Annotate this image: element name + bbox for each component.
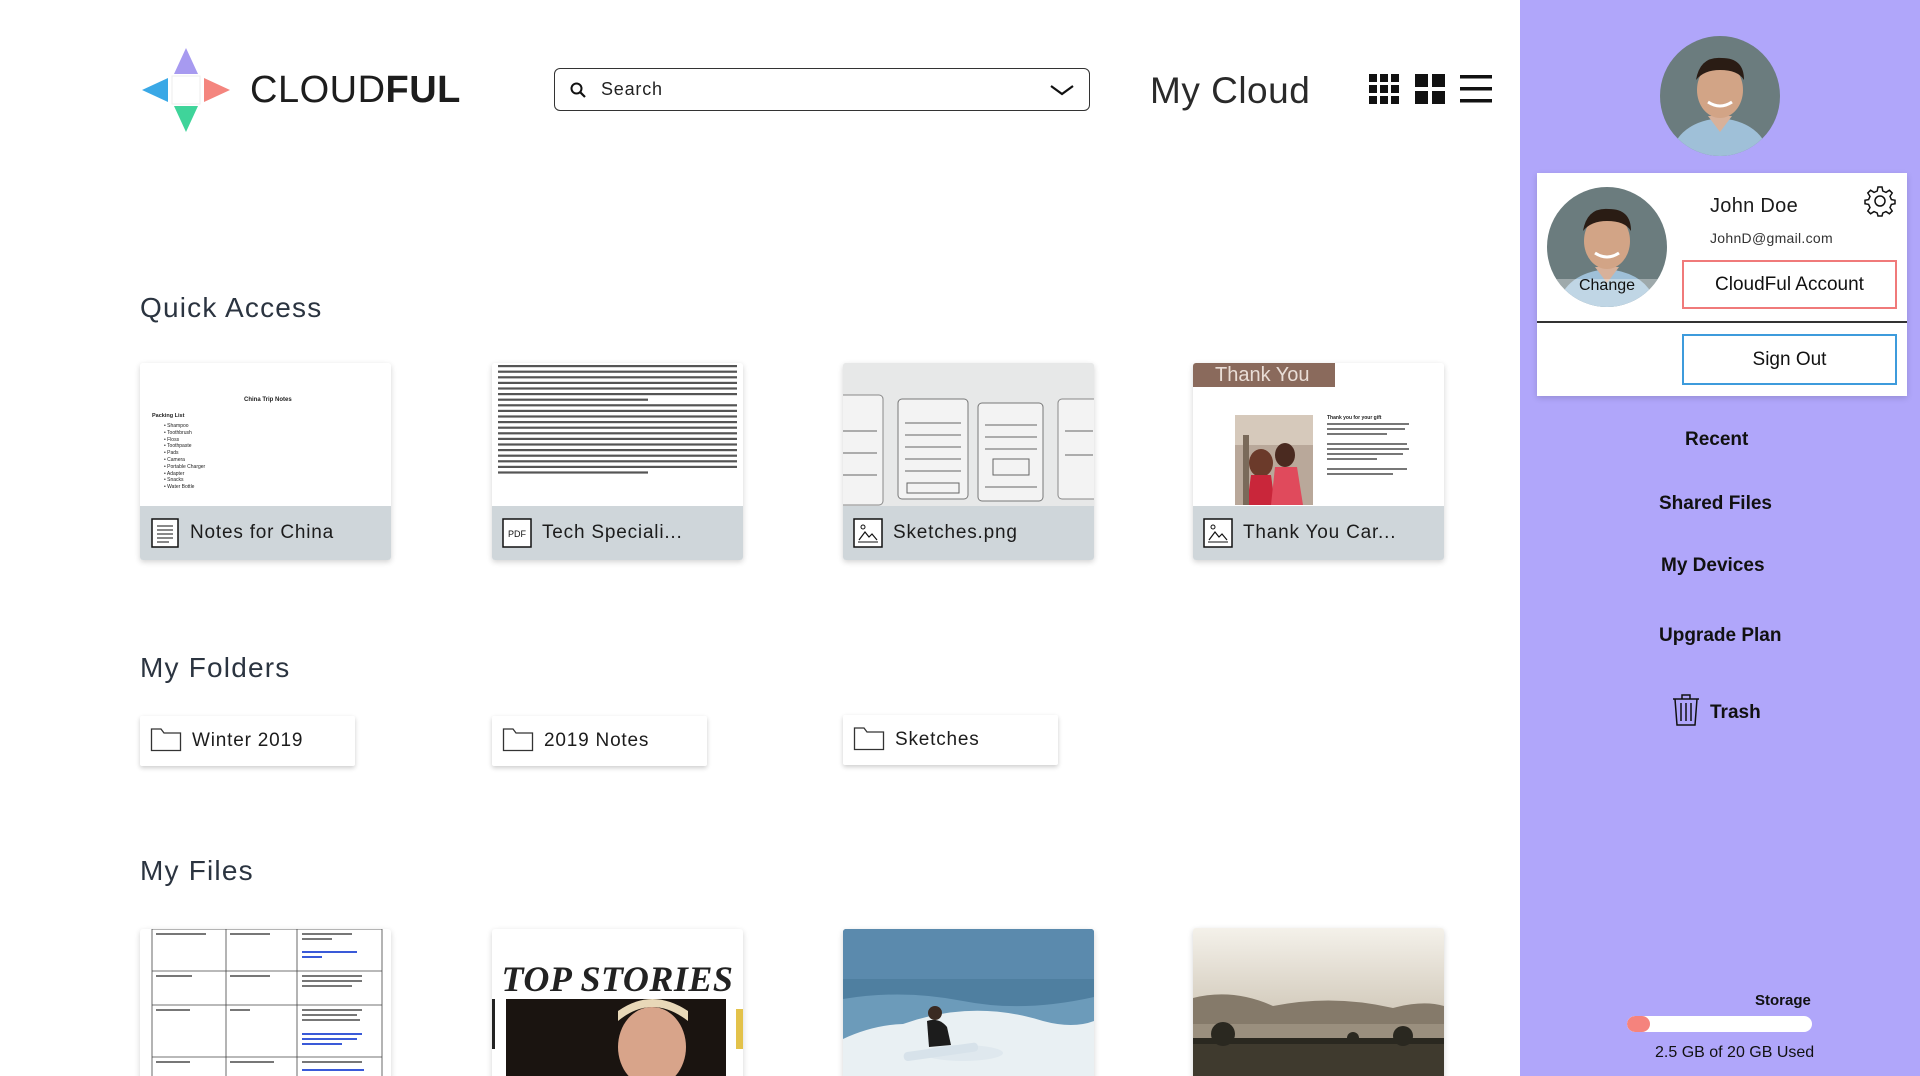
my-folders-title: My Folders (140, 652, 291, 683)
notes-list-item: • Floss (164, 436, 180, 443)
main-content: CLOUDFUL My Cloud (0, 0, 1520, 1076)
storage-progress-bar (1627, 1016, 1812, 1032)
file-card-news[interactable]: TOP STORIES (492, 929, 743, 1076)
account-panel: Change John Doe JohnD@gmail.com CloudFul… (1537, 173, 1907, 396)
pdf-file-icon: PDF (502, 517, 532, 549)
notes-list-item: • Shampoo (164, 423, 189, 429)
storage-label: Storage (1755, 992, 1811, 1009)
notes-list-item: • Pads (164, 450, 179, 457)
storage-used-text: 2.5 GB of 20 GB Used (1655, 1044, 1815, 1061)
small-grid-view-icon[interactable] (1368, 72, 1400, 106)
nav-item-trash-label: Trash (1710, 701, 1761, 723)
file-name: Tech Speciali... (542, 522, 683, 543)
search-bar[interactable] (554, 68, 1090, 111)
quick-access-title: Quick Access (140, 292, 323, 323)
sign-out-button[interactable]: Sign Out (1682, 334, 1897, 385)
search-input[interactable] (601, 79, 1049, 100)
large-grid-view-icon[interactable] (1414, 72, 1446, 106)
account-sidebar: Change John Doe JohnD@gmail.com CloudFul… (1520, 0, 1920, 1076)
notes-list-item: • Adapter (164, 470, 185, 477)
page-title: My Cloud (1150, 70, 1311, 111)
quick-access-card[interactable]: China Trip Notes Packing List • Shampoo •… (140, 363, 391, 560)
nav-item-trash[interactable]: Trash (1672, 694, 1761, 731)
notes-list-item: • Toothpaste (164, 443, 192, 450)
change-avatar-button[interactable]: Change (1547, 277, 1667, 295)
nav-item-recent[interactable]: Recent (1685, 429, 1748, 451)
folder-item[interactable]: Winter 2019 (140, 716, 355, 766)
file-name: Sketches.png (893, 522, 1018, 543)
quick-access-card[interactable]: Sketches.png (843, 363, 1094, 560)
thank-you-card-thumbnail: Thank You Thank you for your gift (1193, 363, 1444, 506)
document-file-icon (150, 517, 180, 549)
folder-name: Sketches (895, 729, 980, 750)
list-view-icon[interactable] (1460, 72, 1492, 106)
folder-name: Winter 2019 (192, 730, 304, 751)
sketches-thumbnail (843, 363, 1094, 506)
search-icon (569, 81, 587, 99)
trash-icon (1672, 694, 1700, 731)
logo-text: CLOUDFUL (250, 68, 461, 111)
divider (1537, 321, 1907, 323)
avatar[interactable]: Change (1547, 187, 1667, 307)
file-name: Thank You Car... (1243, 522, 1397, 543)
notes-list-item: • Portable Charger (164, 463, 206, 470)
app-logo[interactable]: CLOUDFUL (138, 44, 461, 136)
chevron-down-icon[interactable] (1049, 83, 1075, 97)
view-toggle-group (1368, 72, 1492, 106)
avatar[interactable] (1660, 36, 1780, 156)
nav-item-shared-files[interactable]: Shared Files (1659, 493, 1772, 515)
file-card-surf-photo[interactable] (843, 929, 1094, 1076)
storage-progress-fill (1627, 1016, 1651, 1032)
folder-item[interactable]: Sketches (843, 715, 1058, 765)
nav-item-upgrade-plan[interactable]: Upgrade Plan (1659, 625, 1781, 647)
image-file-icon (853, 517, 883, 549)
notes-list-item: • Camera (164, 456, 185, 463)
image-file-icon (1203, 517, 1233, 549)
folder-name: 2019 Notes (544, 730, 650, 751)
pdf-thumbnail (492, 363, 743, 506)
user-email: JohnD@gmail.com (1710, 230, 1833, 246)
logo-star-icon (142, 48, 230, 132)
my-files-title: My Files (140, 855, 254, 886)
svg-text:PDF: PDF (508, 529, 527, 539)
notes-list-item: • Snacks (164, 477, 184, 484)
user-name: John Doe (1710, 195, 1799, 217)
nav-item-my-devices[interactable]: My Devices (1661, 555, 1765, 577)
file-card-spreadsheet[interactable] (140, 929, 391, 1076)
folder-icon (150, 726, 182, 757)
folder-icon (853, 725, 885, 756)
cloudful-account-button[interactable]: CloudFul Account (1682, 260, 1897, 309)
document-thumbnail: China Trip Notes Packing List • Shampoo •… (140, 363, 391, 506)
gear-icon[interactable] (1864, 185, 1896, 217)
folder-icon (502, 726, 534, 757)
folder-item[interactable]: 2019 Notes (492, 716, 707, 766)
quick-access-card[interactable]: PDF Tech Speciali... (492, 363, 743, 560)
file-card-landscape-photo[interactable] (1193, 928, 1444, 1076)
notes-list-item: • Water Bottle (164, 484, 195, 491)
notes-list-item: • Toothbrush (164, 429, 192, 436)
quick-access-card[interactable]: Thank You Thank you for your gift Thank … (1193, 363, 1444, 560)
file-name: Notes for China (190, 522, 335, 543)
